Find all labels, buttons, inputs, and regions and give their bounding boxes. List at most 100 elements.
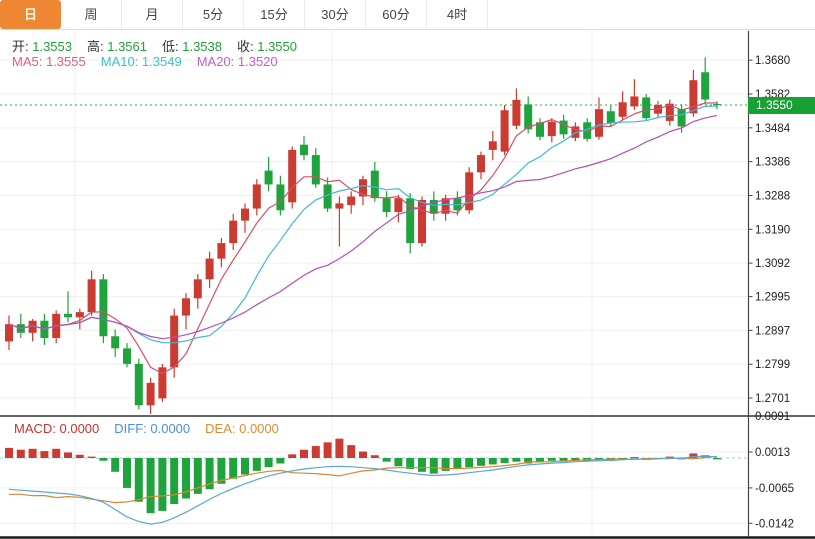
axis-label: 1.3484 bbox=[755, 123, 791, 135]
axis-label: 1.3092 bbox=[755, 258, 790, 270]
axis-label: 1.3680 bbox=[755, 55, 790, 67]
macd-bar bbox=[229, 458, 237, 479]
timeframe-tabbar: 日周月5分15分30分60分4时 bbox=[0, 0, 815, 30]
candle-body bbox=[147, 383, 155, 405]
tab-30min[interactable]: 30分 bbox=[305, 0, 366, 29]
candle-body bbox=[383, 198, 391, 212]
macd-bar bbox=[111, 458, 119, 472]
candle-body bbox=[217, 243, 225, 259]
macd-bar bbox=[123, 458, 131, 488]
candle-body bbox=[335, 203, 343, 208]
axis-label: 1.2701 bbox=[755, 393, 790, 405]
macd-bar bbox=[630, 457, 638, 458]
macd-bar bbox=[359, 452, 367, 458]
candle-body bbox=[170, 316, 178, 368]
macd-bar bbox=[17, 450, 25, 458]
tab-60min[interactable]: 60分 bbox=[366, 0, 427, 29]
candle-body bbox=[64, 314, 72, 317]
axis-label: 0.0013 bbox=[755, 447, 790, 459]
candle-body bbox=[347, 196, 355, 205]
macd-bar bbox=[147, 458, 155, 513]
candle-body bbox=[253, 184, 261, 208]
macd-bar bbox=[371, 455, 379, 458]
candle-body bbox=[524, 104, 532, 129]
macd-bar bbox=[241, 458, 249, 475]
macd-bar bbox=[253, 458, 261, 471]
candle-body bbox=[229, 221, 237, 243]
candle-body bbox=[288, 150, 296, 202]
macd-bar bbox=[88, 457, 96, 458]
axis-label: 0.0091 bbox=[755, 411, 790, 423]
candle-body bbox=[689, 80, 697, 113]
macd-bar bbox=[265, 458, 273, 467]
candle-body bbox=[312, 155, 320, 184]
candle-body bbox=[76, 312, 84, 317]
candle-body bbox=[111, 336, 119, 348]
candle-body bbox=[501, 110, 509, 151]
macd-bar bbox=[158, 458, 166, 511]
macd-bar bbox=[52, 449, 60, 458]
tab-5min[interactable]: 5分 bbox=[183, 0, 244, 29]
tab-day[interactable]: 日 bbox=[0, 0, 61, 29]
candle-body bbox=[512, 100, 520, 126]
candle-body bbox=[371, 171, 379, 199]
axis-label: 1.2897 bbox=[755, 325, 790, 337]
macd-bar bbox=[5, 448, 13, 458]
candle-body bbox=[489, 141, 497, 150]
macd-bar bbox=[276, 458, 284, 464]
macd-bar bbox=[418, 458, 426, 472]
macd-bar bbox=[288, 454, 296, 458]
current-price-badge: 1.3550 bbox=[748, 97, 815, 114]
macd-bar bbox=[335, 439, 343, 458]
ma20-line bbox=[9, 115, 717, 338]
kline-chart-app: 日周月5分15分30分60分4时 1.36801.35821.34841.338… bbox=[0, 0, 815, 539]
macd-bar bbox=[29, 449, 37, 458]
candle-body bbox=[276, 184, 284, 210]
tab-week[interactable]: 周 bbox=[61, 0, 122, 29]
candle-body bbox=[713, 104, 721, 105]
candle-body bbox=[394, 198, 402, 212]
macd-bar bbox=[465, 458, 473, 467]
candle-body bbox=[182, 298, 190, 315]
axis-label: 1.3386 bbox=[755, 157, 790, 169]
tab-month[interactable]: 月 bbox=[122, 0, 183, 29]
candle-body bbox=[678, 109, 686, 126]
axis-label: 1.3288 bbox=[755, 190, 790, 202]
macd-bar bbox=[40, 451, 48, 458]
macd-bar bbox=[347, 445, 355, 458]
candle-body bbox=[642, 97, 650, 118]
macd-bar bbox=[477, 458, 485, 466]
macd-bar bbox=[489, 458, 497, 464]
macd-bar bbox=[135, 458, 143, 502]
chart-canvas[interactable]: 1.36801.35821.34841.33861.32881.31901.30… bbox=[0, 0, 815, 539]
candle-body bbox=[88, 279, 96, 312]
candle-body bbox=[265, 171, 273, 185]
axis-label: -0.0065 bbox=[755, 483, 794, 495]
macd-bar bbox=[501, 458, 509, 463]
macd-bar bbox=[383, 458, 391, 462]
macd-bar bbox=[324, 442, 332, 458]
candle-body bbox=[300, 145, 308, 155]
candle-body bbox=[241, 209, 249, 221]
candle-body bbox=[135, 364, 143, 405]
reference-lines bbox=[0, 105, 748, 458]
candle-body bbox=[5, 324, 13, 341]
macd-bar bbox=[394, 458, 402, 466]
candle-body bbox=[619, 102, 627, 116]
candle-body bbox=[206, 259, 214, 280]
candle-body bbox=[595, 109, 603, 137]
macd-bar bbox=[99, 458, 107, 461]
candle-body bbox=[701, 72, 709, 99]
candle-body bbox=[630, 96, 638, 106]
axis-label: 1.3190 bbox=[755, 224, 790, 236]
tab-15min[interactable]: 15分 bbox=[244, 0, 305, 29]
axis-label: -0.0142 bbox=[755, 518, 794, 530]
candle-body bbox=[194, 279, 202, 298]
candle-body bbox=[99, 279, 107, 336]
axis-label: 1.2995 bbox=[755, 292, 790, 304]
macd-bar bbox=[300, 450, 308, 458]
tab-4hour[interactable]: 4时 bbox=[427, 0, 488, 29]
candle-body bbox=[465, 172, 473, 210]
macd-bar bbox=[713, 458, 721, 459]
ma10-line bbox=[9, 106, 717, 343]
